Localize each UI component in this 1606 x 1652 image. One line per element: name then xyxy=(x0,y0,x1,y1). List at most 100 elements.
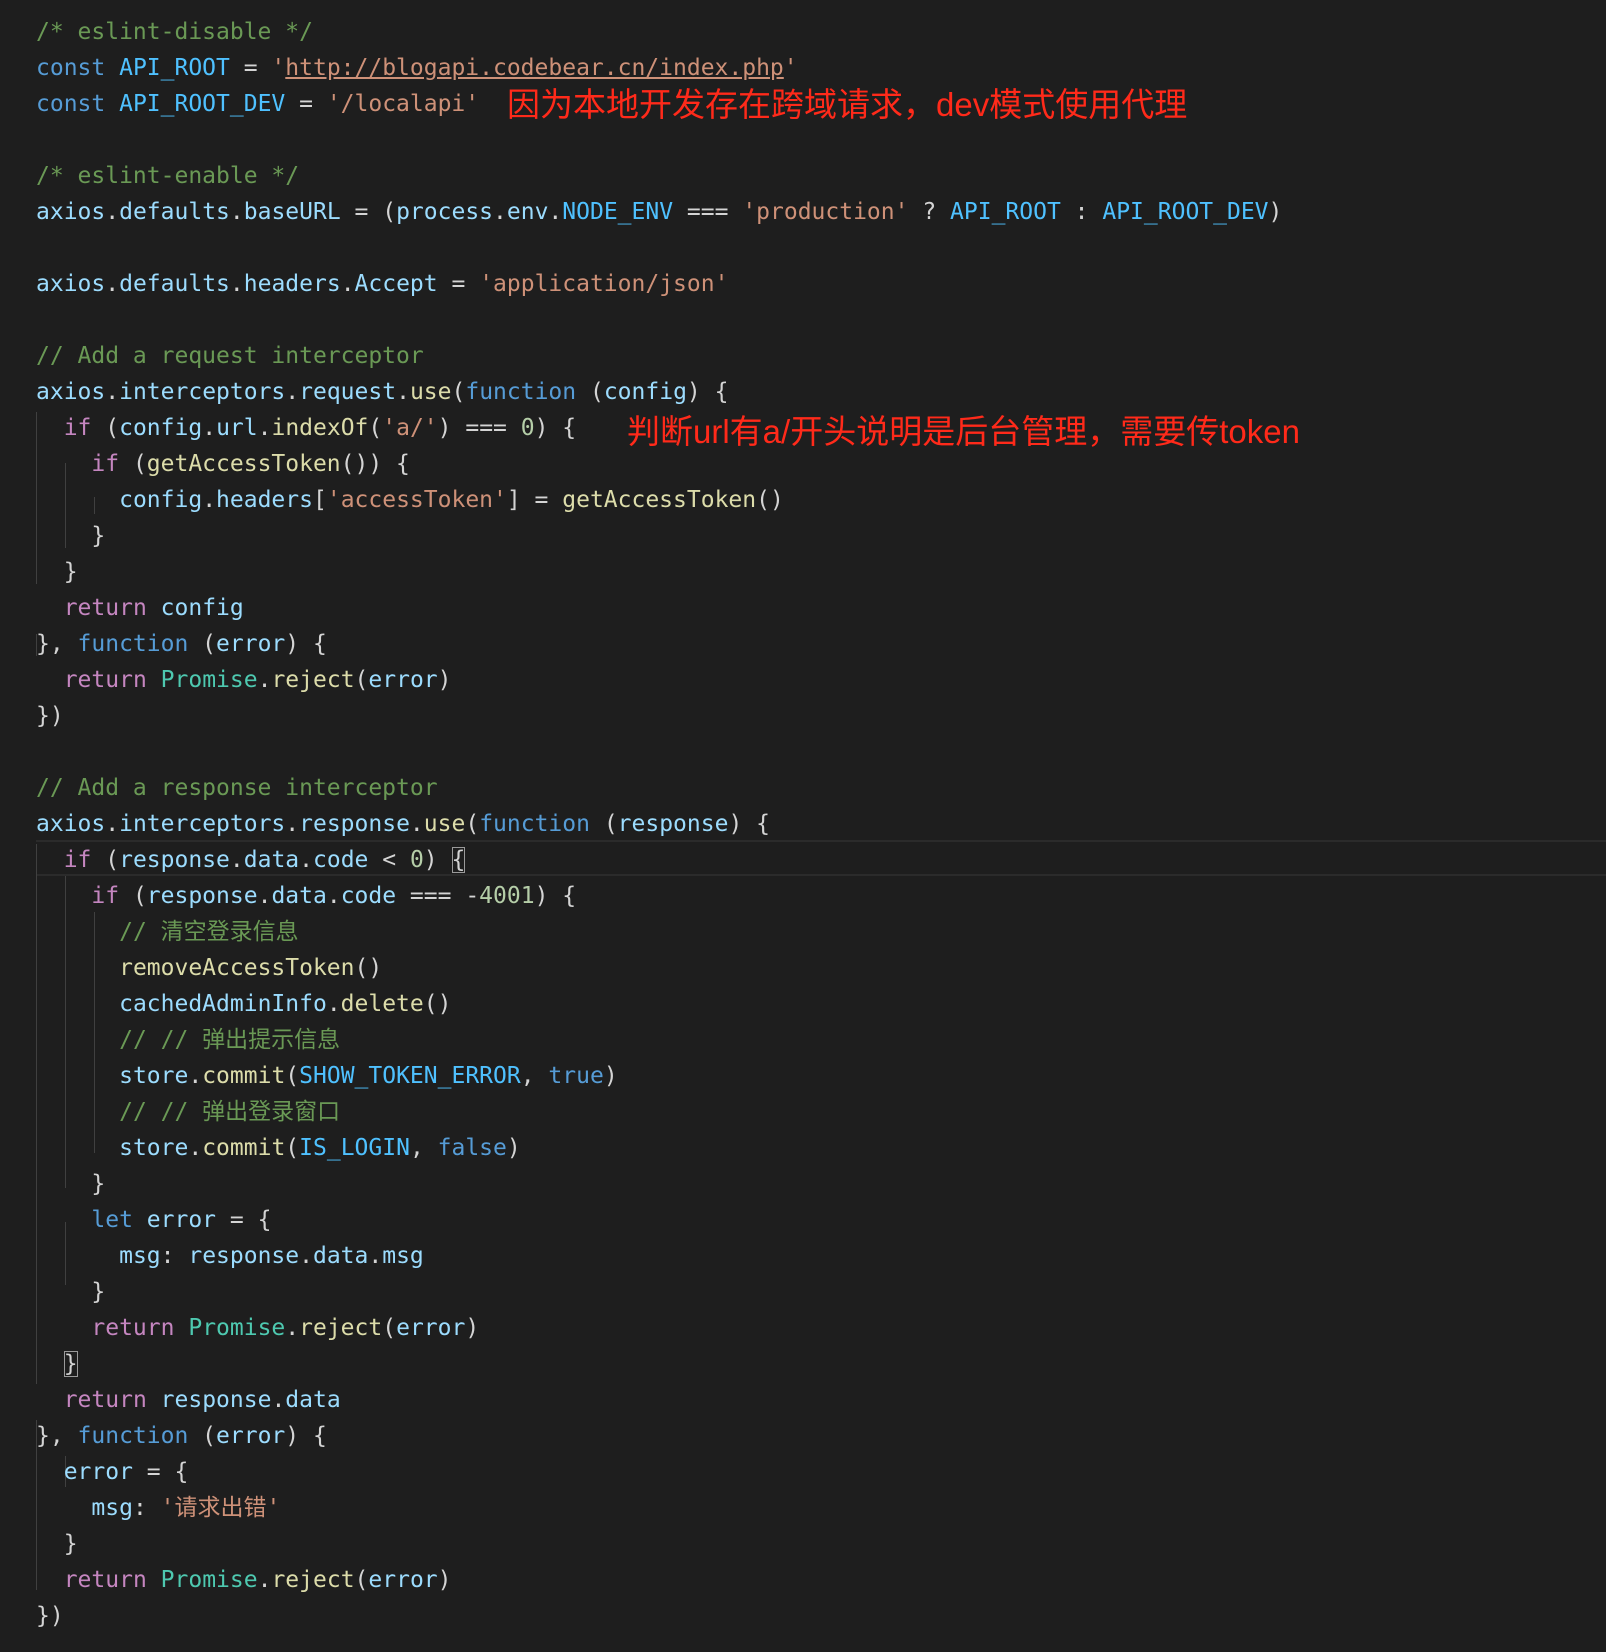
code-line[interactable]: }) xyxy=(36,1598,64,1634)
code-line[interactable]: removeAccessToken() xyxy=(36,950,382,986)
code-token: axios xyxy=(36,811,106,837)
code-token: 'application/json' xyxy=(479,271,729,297)
code-line[interactable]: return Promise.reject(error) xyxy=(36,1310,479,1346)
code-line[interactable]: /* eslint-enable */ xyxy=(36,158,299,194)
code-token: // 清空登录信息 xyxy=(119,919,299,945)
code-token: 'production' xyxy=(742,199,909,225)
code-token: = { xyxy=(216,1207,272,1233)
code-line[interactable]: axios.defaults.headers.Accept = 'applica… xyxy=(36,266,728,302)
code-line[interactable]: axios.interceptors.response.use(function… xyxy=(36,806,770,842)
code-token: headers xyxy=(216,487,313,513)
code-token: defaults xyxy=(119,271,230,297)
code-token: use xyxy=(409,379,452,405)
code-line[interactable]: error = { xyxy=(36,1454,189,1490)
code-line[interactable]: // Add a request interceptor xyxy=(36,338,424,374)
code-token: } xyxy=(36,1279,106,1305)
code-line[interactable]: }, function (error) { xyxy=(36,626,327,662)
code-line[interactable]: } xyxy=(36,1526,78,1562)
code-line[interactable]: const API_ROOT_DEV = '/localapi' xyxy=(36,86,479,122)
code-line[interactable]: if (getAccessToken()) { xyxy=(36,446,410,482)
code-token: const xyxy=(36,55,120,81)
code-line[interactable]: /* eslint-disable */ xyxy=(36,14,313,50)
code-token: . xyxy=(257,415,272,441)
code-line[interactable]: } xyxy=(36,1274,105,1310)
code-token: === xyxy=(673,199,743,225)
code-line[interactable]: }) xyxy=(36,698,64,734)
code-token: msg xyxy=(91,1495,133,1521)
code-token: error xyxy=(146,1207,217,1233)
code-line[interactable]: } xyxy=(36,518,105,554)
code-token: . xyxy=(548,199,563,225)
code-line[interactable]: axios.defaults.baseURL = (process.env.NO… xyxy=(36,194,1282,230)
code-token: . xyxy=(493,199,507,225)
code-token: = { xyxy=(132,1459,189,1485)
code-line[interactable]: store.commit(IS_LOGIN, false) xyxy=(36,1130,521,1166)
code-line[interactable]: config.headers['accessToken'] = getAcces… xyxy=(36,482,784,518)
code-token: . xyxy=(285,379,300,405)
code-token: axios xyxy=(36,199,106,225)
code-token: let xyxy=(91,1207,133,1233)
code-token: msg xyxy=(382,1243,424,1269)
code-line[interactable]: if (response.data.code === -4001) { xyxy=(36,878,576,914)
code-line[interactable]: axios.interceptors.request.use(function … xyxy=(36,374,728,410)
code-line[interactable]: return response.data xyxy=(36,1382,341,1418)
code-token: . xyxy=(188,1135,203,1161)
code-line[interactable]: // 清空登录信息 xyxy=(36,914,299,950)
code-token: store xyxy=(119,1063,189,1089)
code-token: 4001 xyxy=(479,883,535,909)
code-token: . xyxy=(257,883,272,909)
code-token: }, xyxy=(36,1423,78,1449)
code-line[interactable]: store.commit(SHOW_TOKEN_ERROR, true) xyxy=(36,1058,618,1094)
code-token: ) { xyxy=(728,811,770,837)
code-token: . xyxy=(202,487,217,513)
code-token: . xyxy=(229,199,244,225)
code-line[interactable]: // Add a response interceptor xyxy=(36,770,438,806)
code-token: [ xyxy=(312,487,327,513)
code-token: interceptors xyxy=(119,811,286,837)
code-token: if xyxy=(63,415,92,441)
code-token: env xyxy=(506,199,549,225)
code-line[interactable]: if (response.data.code < 0) { xyxy=(36,842,466,878)
code-line[interactable]: return config xyxy=(36,590,244,626)
code-token: // Add a request interceptor xyxy=(36,343,424,369)
code-line[interactable]: msg: '请求出错' xyxy=(36,1490,280,1526)
code-token: config xyxy=(119,415,203,441)
code-token: response xyxy=(617,811,729,837)
code-line[interactable]: // // 弹出提示信息 xyxy=(36,1022,340,1058)
code-line[interactable]: } xyxy=(36,554,78,590)
code-line[interactable]: } xyxy=(36,1346,78,1382)
code-line[interactable]: }, function (error) { xyxy=(36,1418,327,1454)
code-token: 0 xyxy=(409,847,424,873)
code-line[interactable]: return Promise.reject(error) xyxy=(36,1562,452,1598)
code-token: API_ROOT xyxy=(950,199,1061,225)
code-token: response xyxy=(299,811,410,837)
code-editor[interactable]: /* eslint-disable */ const API_ROOT = 'ht… xyxy=(0,0,1606,1652)
code-token: error xyxy=(216,631,286,657)
code-line[interactable]: cachedAdminInfo.delete() xyxy=(36,986,451,1022)
code-line[interactable]: if (config.url.indexOf('a/') === 0) { xyxy=(36,410,576,446)
code-token: cachedAdminInfo xyxy=(119,991,327,1017)
code-line[interactable]: } xyxy=(36,1166,105,1202)
code-line[interactable]: msg: response.data.msg xyxy=(36,1238,424,1274)
code-token: return xyxy=(91,1315,175,1341)
code-token: ( xyxy=(91,415,120,441)
code-token: data xyxy=(312,1243,369,1269)
code-token: ' xyxy=(783,55,798,81)
code-line[interactable]: // // 弹出登录窗口 xyxy=(36,1094,340,1130)
code-token: function xyxy=(77,1423,189,1449)
code-token: ( xyxy=(354,1567,369,1593)
code-token: return xyxy=(63,667,147,693)
code-token: }) xyxy=(36,1603,64,1629)
code-line[interactable]: return Promise.reject(error) xyxy=(36,662,452,698)
code-line[interactable]: const API_ROOT = 'http://blogapi.codebea… xyxy=(36,50,798,86)
code-token: error xyxy=(368,667,438,693)
code-token: if xyxy=(91,883,120,909)
code-line[interactable]: let error = { xyxy=(36,1202,271,1238)
code-token: SHOW_TOKEN_ERROR xyxy=(299,1063,521,1089)
